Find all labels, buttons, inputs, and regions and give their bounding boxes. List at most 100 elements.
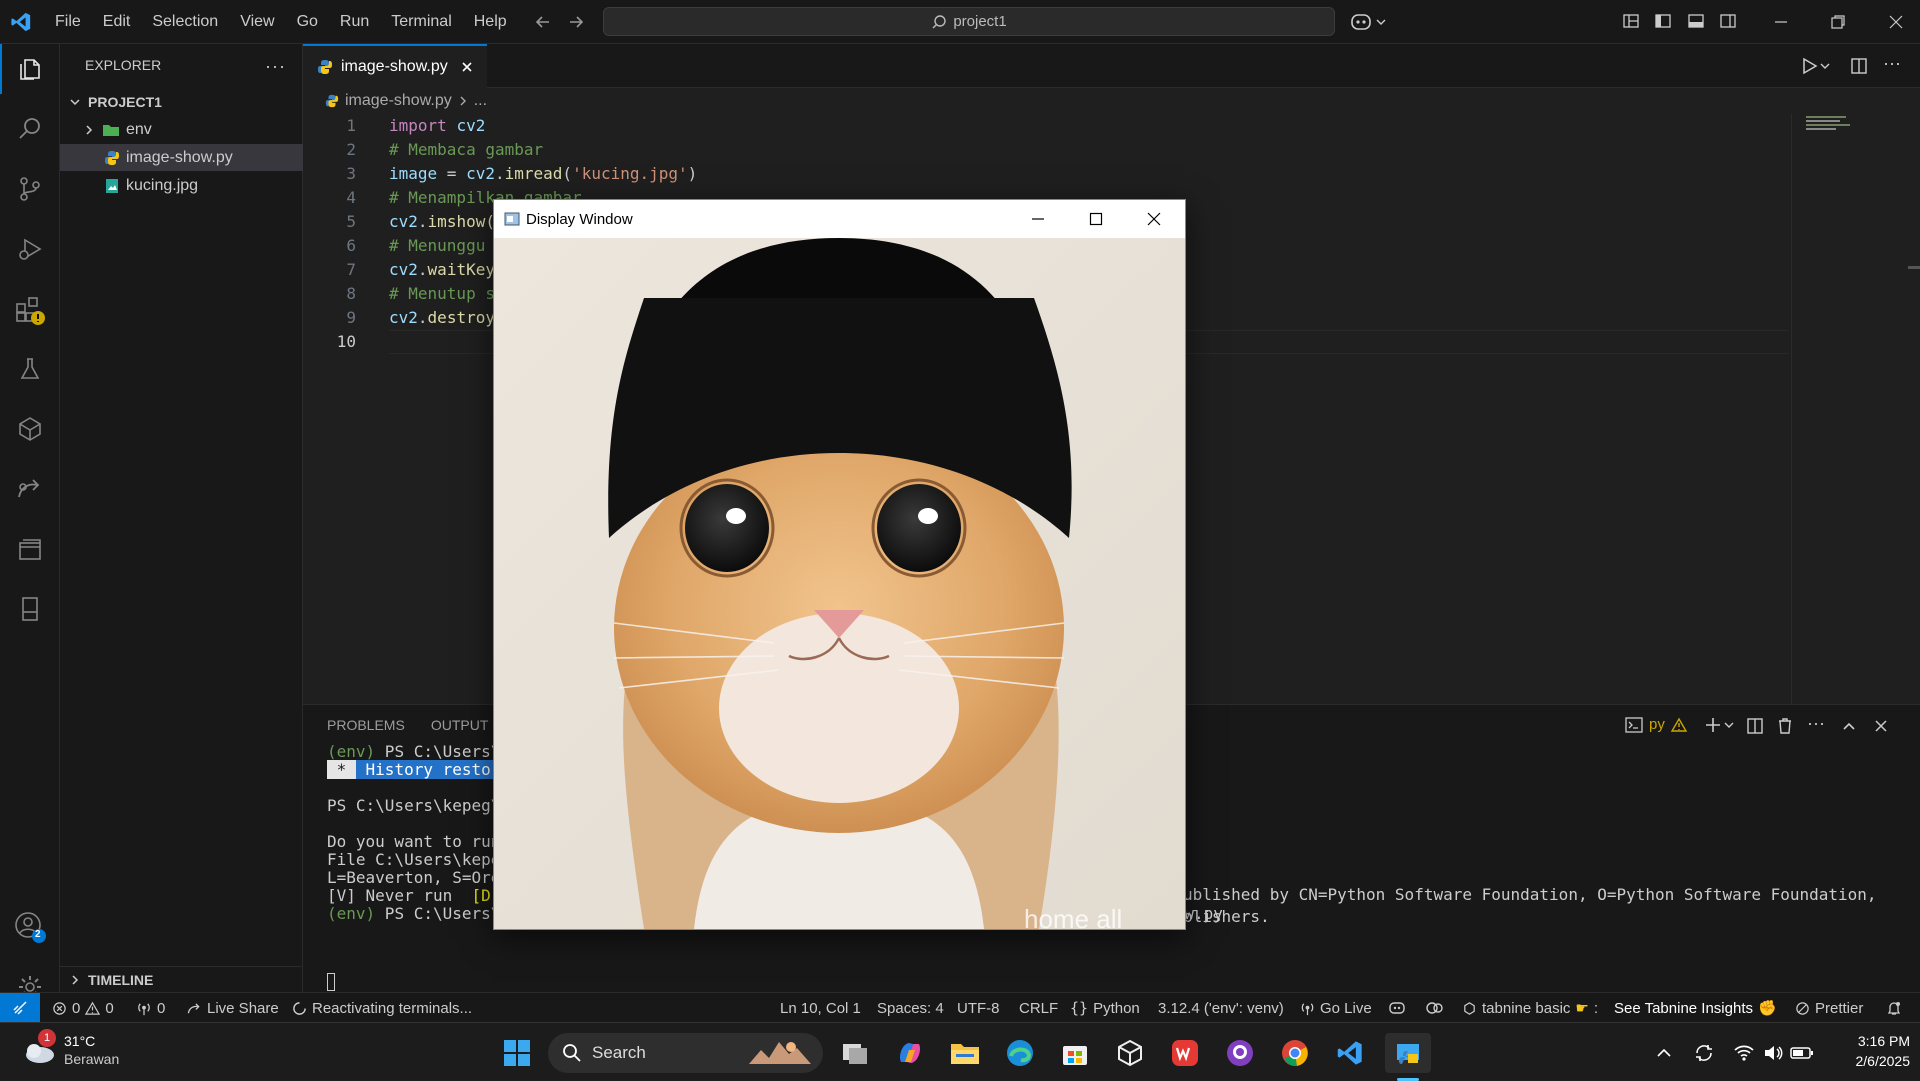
terminal-shell-selector[interactable]: py (1625, 716, 1687, 733)
task-view-icon[interactable] (835, 1033, 875, 1073)
menu-help[interactable]: Help (463, 13, 518, 31)
tree-item-env[interactable]: env (60, 116, 303, 143)
close-window-icon[interactable] (1147, 212, 1161, 226)
tab-image-show[interactable]: image-show.py (303, 44, 487, 88)
tree-item-image-show[interactable]: image-show.py (60, 144, 303, 171)
editor-more-icon[interactable]: ··· (1883, 53, 1901, 74)
back-arrow-icon[interactable] (533, 12, 553, 32)
testing-icon[interactable] (0, 344, 60, 394)
menu-go[interactable]: Go (286, 13, 329, 31)
line-ending[interactable]: CRLF (1019, 993, 1058, 1023)
run-debug-icon[interactable] (0, 224, 60, 274)
menu-selection[interactable]: Selection (141, 13, 229, 31)
more-actions-icon[interactable]: ··· (265, 56, 286, 77)
menu-run[interactable]: Run (329, 13, 380, 31)
menu-view[interactable]: View (229, 13, 285, 31)
edge-browser-icon[interactable] (1000, 1033, 1040, 1073)
run-python-icon[interactable] (1801, 57, 1831, 75)
chevron-up-icon[interactable] (1644, 1033, 1684, 1073)
weather-widget[interactable]: 1 31°C Berawan (20, 1029, 140, 1073)
start-button[interactable] (497, 1033, 537, 1073)
chrome-icon[interactable] (1275, 1033, 1315, 1073)
display-window-titlebar[interactable]: Display Window (494, 200, 1185, 238)
file-explorer-icon[interactable] (945, 1033, 985, 1073)
close-panel-icon[interactable] (1873, 718, 1889, 734)
ports-status[interactable]: 0 (136, 993, 165, 1023)
battery-icon[interactable] (1782, 1033, 1822, 1073)
scrollbar[interactable] (1908, 114, 1920, 704)
timeline-section[interactable]: TIMELINE (60, 966, 303, 993)
problems-status[interactable]: 0 0 (52, 993, 114, 1023)
remote-explorer-icon[interactable] (0, 404, 60, 454)
menu-terminal[interactable]: Terminal (380, 13, 462, 31)
project-folder[interactable]: PROJECT1 (60, 88, 303, 115)
toggle-secondary-sidebar-icon[interactable] (1719, 12, 1737, 30)
live-share-status[interactable]: Live Share (186, 993, 279, 1023)
devhome-icon[interactable] (1110, 1033, 1150, 1073)
python-interpreter[interactable]: 3.12.4 ('env': venv) (1158, 993, 1284, 1023)
notifications-bell-icon[interactable] (1886, 993, 1902, 1023)
accounts-status-icon[interactable] (1425, 993, 1443, 1023)
copilot-icon[interactable] (1350, 10, 1390, 34)
kill-terminal-icon[interactable] (1777, 717, 1793, 735)
menu-edit[interactable]: Edit (92, 13, 142, 31)
wps-office-icon[interactable] (1165, 1033, 1205, 1073)
cursor-position[interactable]: Ln 10, Col 1 (780, 993, 861, 1023)
tree-item-kucing[interactable]: kucing.jpg (60, 172, 303, 199)
go-live-button[interactable]: Go Live (1300, 993, 1372, 1023)
customize-layout-icon[interactable] (1622, 12, 1640, 30)
forward-arrow-icon[interactable] (566, 12, 586, 32)
copilot-status-icon[interactable] (1388, 993, 1406, 1023)
code-line[interactable]: 2 # Membaca gambar (303, 138, 1703, 162)
tab-problems[interactable]: PROBLEMS (327, 717, 405, 733)
maximize-icon[interactable] (1089, 212, 1103, 226)
clock[interactable]: 3:16 PM 2/6/2025 (1830, 1031, 1911, 1071)
python-app-taskbar-icon[interactable] (1385, 1033, 1431, 1073)
code-token: ) (687, 164, 698, 183)
containers-icon[interactable] (0, 524, 60, 574)
minimize-icon[interactable] (1031, 212, 1045, 226)
sync-icon[interactable] (1684, 1033, 1724, 1073)
indentation[interactable]: Spaces: 4 (877, 993, 944, 1023)
clock-time: 3:16 PM (1857, 1033, 1910, 1049)
prettier-status[interactable]: Prettier (1795, 993, 1863, 1023)
live-share-icon[interactable] (0, 464, 60, 514)
language-mode[interactable]: {} Python (1070, 993, 1140, 1023)
kitten-photo: home all (494, 238, 1185, 929)
command-center-search[interactable]: project1 (603, 7, 1335, 36)
vscode-taskbar-icon[interactable] (1330, 1033, 1370, 1073)
split-terminal-icon[interactable] (1746, 717, 1764, 735)
taskbar-search[interactable]: Search (548, 1033, 823, 1073)
search-view-icon[interactable] (0, 104, 60, 154)
panel-more-icon[interactable]: ··· (1807, 713, 1825, 734)
tabnine-status[interactable]: tabnine basic ☛ : (1462, 993, 1598, 1023)
toggle-primary-sidebar-icon[interactable] (1654, 12, 1672, 30)
split-editor-icon[interactable] (1850, 57, 1868, 75)
code-line[interactable]: 1 import cv2 (303, 114, 1703, 138)
extensions-icon[interactable] (0, 284, 60, 334)
restore-icon[interactable] (1830, 14, 1846, 30)
maximize-panel-icon[interactable] (1841, 718, 1857, 734)
explorer-icon[interactable] (0, 44, 60, 94)
remote-indicator[interactable] (0, 993, 40, 1023)
notebook-icon[interactable] (0, 584, 60, 634)
opencv-display-window[interactable]: Display Window home all (493, 199, 1186, 930)
breadcrumb-file[interactable]: image-show.py (345, 92, 452, 110)
github-desktop-icon[interactable] (1220, 1033, 1260, 1073)
close-window-icon[interactable] (1888, 14, 1904, 30)
code-line[interactable]: 3 image = cv2.imread('kucing.jpg') (303, 162, 1703, 186)
breadcrumb-symbol[interactable]: ... (474, 92, 487, 110)
accounts-badge: 2 (35, 929, 41, 940)
toggle-panel-icon[interactable] (1687, 12, 1705, 30)
new-terminal-icon[interactable] (1705, 716, 1735, 734)
tab-output[interactable]: OUTPUT (431, 717, 489, 733)
source-control-icon[interactable] (0, 164, 60, 214)
tabnine-insights-link[interactable]: See Tabnine Insights ✊ (1614, 993, 1777, 1023)
minimize-icon[interactable] (1773, 14, 1789, 30)
encoding[interactable]: UTF-8 (957, 993, 1000, 1023)
copilot-app-icon[interactable] (890, 1033, 930, 1073)
menu-file[interactable]: File (44, 13, 92, 31)
microsoft-store-icon[interactable] (1055, 1033, 1095, 1073)
close-tab-icon[interactable] (460, 60, 474, 74)
accounts-icon[interactable]: 2 (0, 902, 60, 952)
